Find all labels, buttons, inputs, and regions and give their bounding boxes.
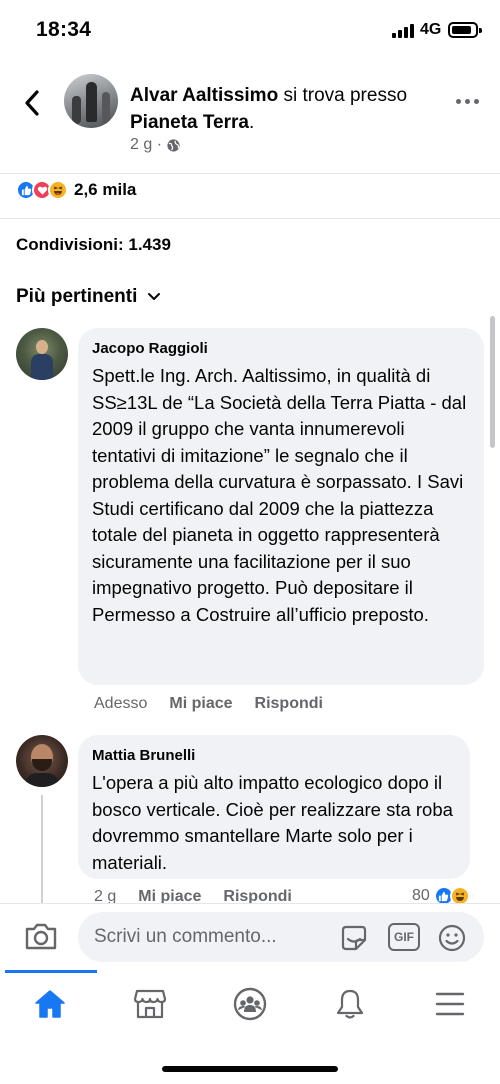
tab-menu[interactable] <box>430 984 470 1024</box>
active-tab-indicator <box>5 970 97 973</box>
back-button[interactable] <box>18 88 48 118</box>
divider <box>0 218 500 219</box>
comment-author[interactable]: Mattia Brunelli <box>92 747 456 764</box>
comment-actions: Adesso Mi piace Rispondi <box>94 695 323 713</box>
comment-time: Adesso <box>94 695 148 712</box>
home-indicator <box>162 1066 338 1072</box>
sort-label: Più pertinenti <box>16 286 138 307</box>
emoji-icon <box>438 924 466 952</box>
menu-icon <box>435 992 465 1016</box>
sticker-icon <box>341 925 367 951</box>
divider <box>0 173 500 174</box>
reaction-count: 2,6 mila <box>74 180 137 199</box>
notifications-icon <box>336 989 364 1019</box>
reactions-summary[interactable]: 2,6 mila <box>16 180 136 200</box>
tab-home[interactable] <box>30 984 70 1024</box>
like-comment-button[interactable]: Mi piace <box>169 695 232 713</box>
signal-icon <box>392 24 414 38</box>
home-icon <box>35 990 65 1018</box>
comment-input[interactable] <box>78 912 484 962</box>
chevron-down-icon <box>148 293 161 300</box>
tab-groups[interactable] <box>230 984 270 1024</box>
sort-dropdown[interactable]: Più pertinenti <box>16 286 161 308</box>
post-header-suffix: . <box>248 112 255 133</box>
camera-icon <box>25 923 57 950</box>
marketplace-icon <box>133 989 167 1019</box>
gif-button[interactable]: GIF <box>388 923 420 951</box>
reply-comment-button[interactable]: Rispondi <box>255 695 323 713</box>
thread-line <box>41 795 43 905</box>
comment-bubble: Mattia Brunelli L'opera a più alto impat… <box>78 735 470 879</box>
globe-icon <box>167 138 180 152</box>
tab-marketplace[interactable] <box>130 984 170 1024</box>
groups-icon <box>233 987 267 1021</box>
emoji-button[interactable] <box>436 922 468 954</box>
haha-reaction-icon <box>48 180 68 200</box>
comment-bubble: Jacopo Raggioli Spett.le Ing. Arch. Aalt… <box>78 328 484 685</box>
comment-text: Spett.le Ing. Arch. Aaltissimo, in quali… <box>92 365 467 625</box>
scrollbar[interactable] <box>490 316 495 448</box>
post-author-name[interactable]: Alvar Aaltissimo <box>130 85 278 106</box>
sticker-button[interactable] <box>338 922 370 954</box>
comment-composer: GIF <box>0 903 500 969</box>
camera-button[interactable] <box>24 921 58 951</box>
post-place-name[interactable]: Pianeta Terra <box>130 112 249 133</box>
network-label: 4G <box>420 21 442 38</box>
comment-author[interactable]: Jacopo Raggioli <box>92 340 470 357</box>
more-options-button[interactable] <box>456 96 482 106</box>
commenter-avatar[interactable] <box>16 328 68 380</box>
chevron-left-icon <box>25 90 39 116</box>
poster-avatar[interactable] <box>64 74 118 128</box>
post-header-connector: si trova presso <box>278 85 408 106</box>
status-time: 18:34 <box>36 18 92 41</box>
post-meta: 2 g · <box>130 136 181 154</box>
bottom-tab-bar <box>0 970 500 1040</box>
tab-notifications[interactable] <box>330 984 370 1024</box>
comment-text: L'opera a più alto impatto ecologico dop… <box>92 772 453 873</box>
post-header-text: Alvar Aaltissimo si trova presso Pianeta… <box>130 82 445 136</box>
battery-icon <box>448 22 482 38</box>
commenter-avatar[interactable] <box>16 735 68 787</box>
post-age: 2 g · <box>130 136 163 153</box>
status-bar: 18:34 4G <box>0 0 500 60</box>
shares-count[interactable]: Condivisioni: 1.439 <box>16 235 171 255</box>
